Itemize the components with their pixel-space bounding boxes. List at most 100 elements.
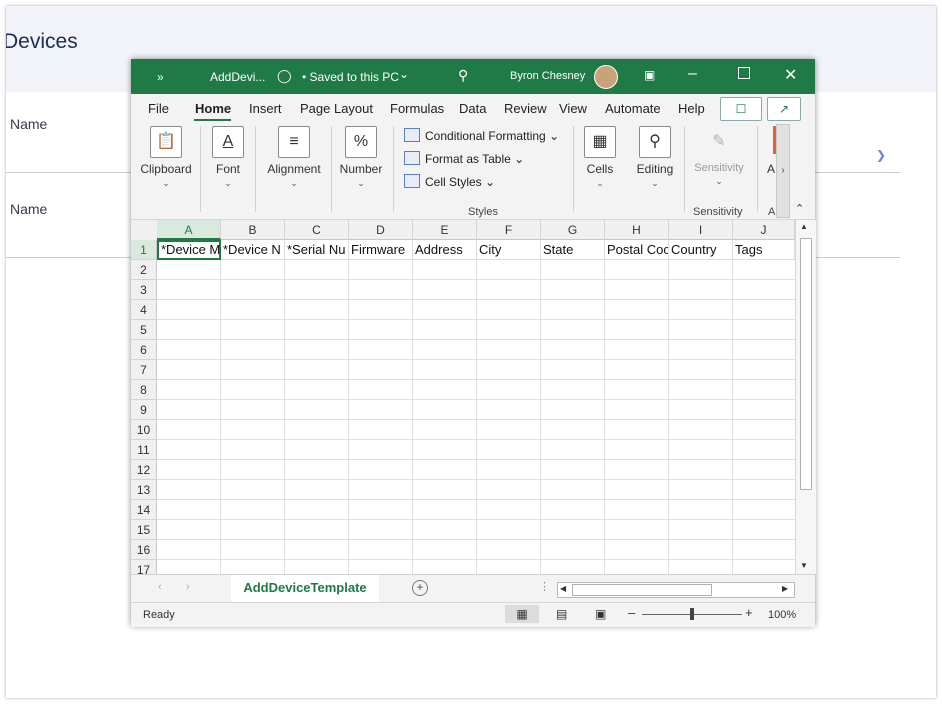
- horizontal-scrollbar[interactable]: ◀ ▶: [557, 582, 795, 598]
- spreadsheet-grid[interactable]: A B C D E F G H I J 1 2 3 4 5 6 7 8 9 10…: [131, 220, 815, 574]
- select-all-corner[interactable]: [131, 220, 158, 241]
- cell-e1[interactable]: Address: [413, 240, 477, 260]
- cell-a1[interactable]: *Device M: [157, 240, 221, 260]
- row-header[interactable]: 4: [131, 300, 157, 320]
- cell-j1[interactable]: Tags: [733, 240, 795, 260]
- file-name[interactable]: AddDevi...: [210, 70, 265, 84]
- row-header[interactable]: 15: [131, 520, 157, 540]
- scroll-right-icon[interactable]: ▶: [782, 584, 788, 593]
- row-header[interactable]: 2: [131, 260, 157, 280]
- scroll-left-icon[interactable]: ◀: [560, 584, 566, 593]
- row-header[interactable]: 12: [131, 460, 157, 480]
- column-header[interactable]: C: [285, 220, 349, 240]
- prev-sheet-icon[interactable]: ‹: [158, 581, 162, 593]
- scroll-up-icon[interactable]: ▲: [800, 222, 808, 231]
- menu-help[interactable]: Help: [678, 101, 705, 116]
- name-label-2: Name: [10, 201, 48, 217]
- splitter-handle-icon[interactable]: ⋮: [539, 580, 550, 593]
- cell-i1[interactable]: Country: [669, 240, 733, 260]
- column-header[interactable]: I: [669, 220, 733, 240]
- cell-h1[interactable]: Postal Coc: [605, 240, 669, 260]
- sensitivity-group[interactable]: ✎ Sensitivity ⌄: [691, 126, 747, 187]
- next-sheet-icon[interactable]: ›: [186, 581, 190, 593]
- cell-b1[interactable]: *Device N: [221, 240, 285, 260]
- column-header[interactable]: J: [733, 220, 795, 240]
- row-header[interactable]: 1: [131, 240, 157, 260]
- close-icon[interactable]: ✕: [784, 65, 797, 85]
- vertical-scroll-thumb[interactable]: [800, 238, 812, 490]
- menu-home[interactable]: Home: [195, 101, 231, 116]
- maximize-icon[interactable]: [738, 67, 750, 79]
- column-header[interactable]: A: [157, 220, 221, 240]
- chevron-down-icon[interactable]: ⌄: [399, 67, 409, 81]
- column-header[interactable]: G: [541, 220, 605, 240]
- row-header[interactable]: 3: [131, 280, 157, 300]
- ribbon-display-icon[interactable]: ▣: [644, 68, 655, 82]
- editing-group[interactable]: ⚲ Editing ⌄: [634, 126, 676, 189]
- cell-f1[interactable]: City: [477, 240, 541, 260]
- vertical-scrollbar[interactable]: ▲ ▼: [795, 220, 816, 574]
- menu-view[interactable]: View: [559, 101, 587, 116]
- clipboard-group[interactable]: 📋 Clipboard ⌄: [139, 126, 193, 189]
- column-header[interactable]: D: [349, 220, 413, 240]
- cell-d1[interactable]: Firmware: [349, 240, 413, 260]
- column-header[interactable]: E: [413, 220, 477, 240]
- row-header[interactable]: 9: [131, 400, 157, 420]
- zoom-slider-thumb[interactable]: [690, 608, 694, 620]
- format-as-table-button[interactable]: Format as Table ⌄: [404, 151, 524, 166]
- normal-view-icon[interactable]: ▦: [505, 605, 539, 623]
- save-status[interactable]: • Saved to this PC: [302, 70, 399, 84]
- menu-insert[interactable]: Insert: [249, 101, 282, 116]
- page-break-view-icon[interactable]: ▣: [595, 607, 606, 621]
- row-header[interactable]: 16: [131, 540, 157, 560]
- more-commands-icon[interactable]: »: [157, 70, 164, 84]
- menu-automate[interactable]: Automate: [605, 101, 661, 116]
- row-header[interactable]: 6: [131, 340, 157, 360]
- column-header[interactable]: F: [477, 220, 541, 240]
- sheet-tab[interactable]: AddDeviceTemplate: [231, 575, 379, 604]
- add-sheet-icon[interactable]: +: [412, 580, 428, 596]
- zoom-out-icon[interactable]: –: [628, 605, 635, 620]
- menu-page-layout[interactable]: Page Layout: [300, 101, 373, 116]
- cell-c1[interactable]: *Serial Nu: [285, 240, 349, 260]
- column-header[interactable]: B: [221, 220, 285, 240]
- menu-formulas[interactable]: Formulas: [390, 101, 444, 116]
- empty-cell-gridlines[interactable]: [157, 260, 795, 574]
- status-ready: Ready: [143, 609, 175, 621]
- row-header[interactable]: 17: [131, 560, 157, 574]
- row-header[interactable]: 5: [131, 320, 157, 340]
- share-button[interactable]: ↗: [767, 97, 801, 121]
- comments-button[interactable]: ☐: [720, 97, 762, 121]
- row-header[interactable]: 7: [131, 360, 157, 380]
- search-icon[interactable]: ⚲: [458, 67, 468, 84]
- row-header[interactable]: 14: [131, 500, 157, 520]
- user-name[interactable]: Byron Chesney: [510, 70, 585, 82]
- zoom-in-icon[interactable]: +: [745, 605, 753, 620]
- ribbon-scroll-right-icon[interactable]: ›: [776, 124, 790, 218]
- page-layout-view-icon[interactable]: ▤: [556, 607, 567, 621]
- column-header[interactable]: H: [605, 220, 669, 240]
- menu-file[interactable]: File: [148, 101, 169, 116]
- row-header[interactable]: 11: [131, 440, 157, 460]
- row-header[interactable]: 8: [131, 380, 157, 400]
- excel-window[interactable]: » AddDevi... ◯ • Saved to this PC ⌄ ⚲ By…: [131, 59, 816, 627]
- row-header[interactable]: 10: [131, 420, 157, 440]
- row-header[interactable]: 13: [131, 480, 157, 500]
- menu-data[interactable]: Data: [459, 101, 486, 116]
- avatar[interactable]: [594, 65, 618, 89]
- zoom-level[interactable]: 100%: [768, 609, 796, 621]
- minimize-icon[interactable]: –: [688, 65, 697, 83]
- number-group[interactable]: % Number ⌄: [337, 126, 385, 189]
- scroll-down-icon[interactable]: ▼: [800, 561, 808, 570]
- horizontal-scroll-thumb[interactable]: [572, 584, 712, 596]
- cell-g1[interactable]: State: [541, 240, 605, 260]
- shield-icon[interactable]: ◯: [277, 68, 292, 84]
- alignment-group[interactable]: ≡ Alignment ⌄: [262, 126, 326, 189]
- font-group[interactable]: A Font ⌄: [208, 126, 248, 189]
- chevron-down-icon[interactable]: ❯: [876, 148, 886, 162]
- menu-review[interactable]: Review: [504, 101, 547, 116]
- cell-styles-button[interactable]: Cell Styles ⌄: [404, 174, 495, 189]
- conditional-formatting-button[interactable]: Conditional Formatting ⌄: [404, 128, 559, 143]
- collapse-ribbon-icon[interactable]: ⌃: [795, 202, 804, 215]
- cells-group[interactable]: ▦ Cells ⌄: [582, 126, 618, 189]
